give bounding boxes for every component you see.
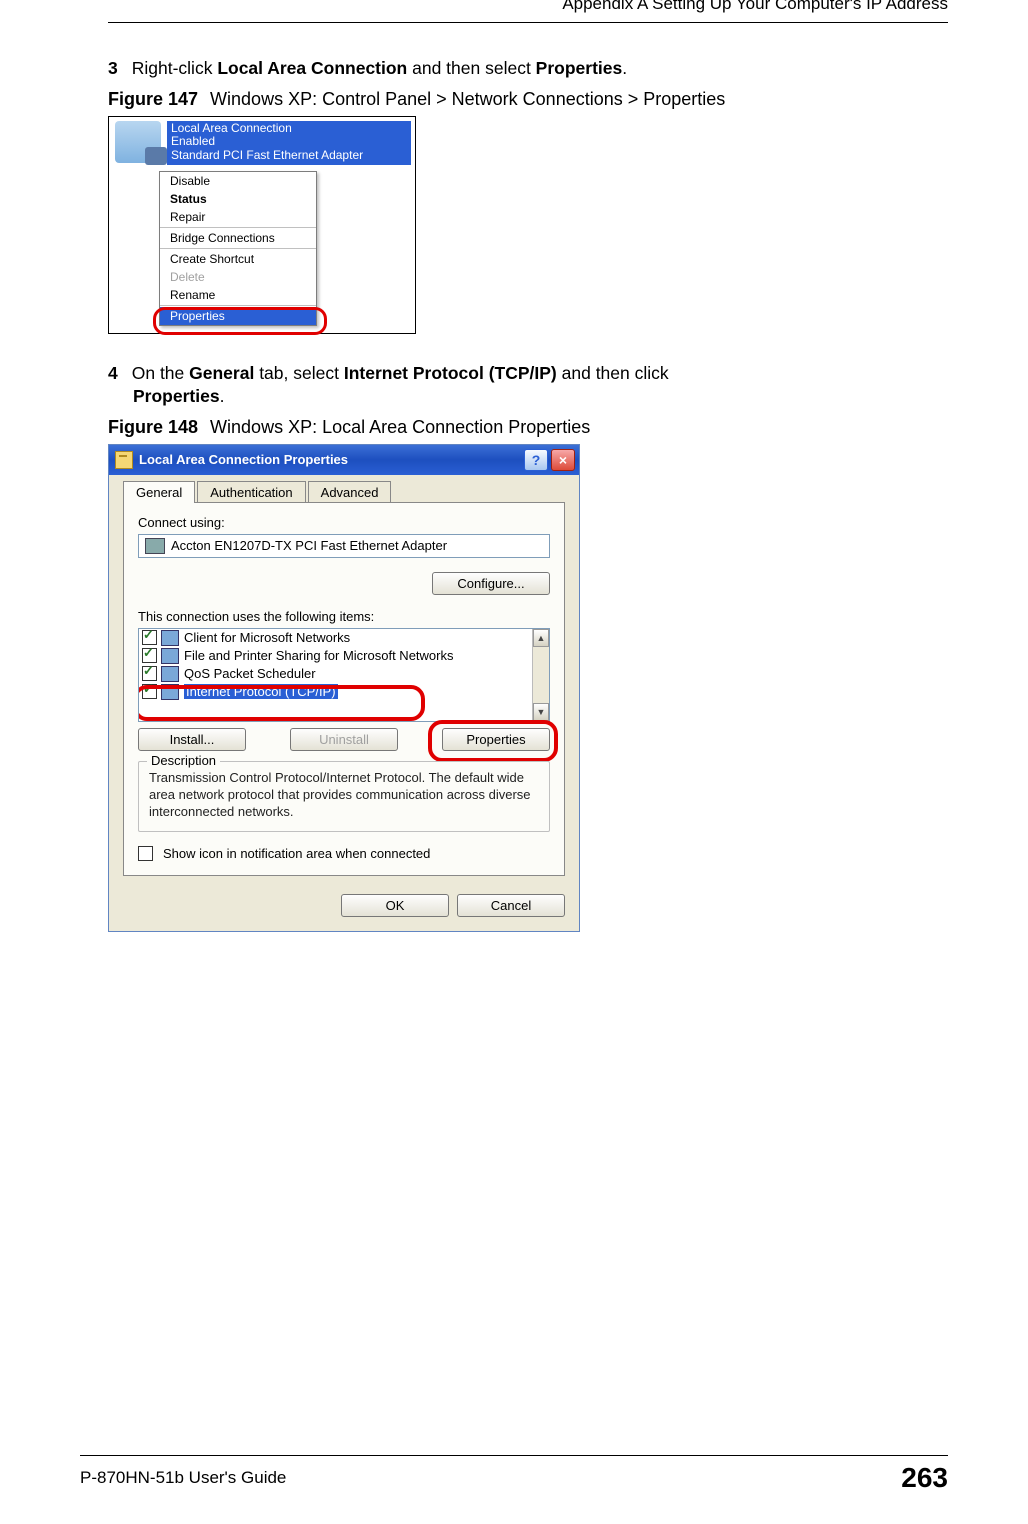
figure-148-dialog: Local Area Connection Properties ? × Gen… — [108, 444, 580, 932]
running-header: Appendix A Setting Up Your Computer's IP… — [108, 0, 948, 14]
ctx-properties[interactable]: Properties — [160, 307, 316, 325]
step-3-text-2: and then select — [407, 58, 535, 78]
ctx-delete: Delete — [160, 268, 316, 286]
ctx-repair[interactable]: Repair — [160, 208, 316, 226]
footer-rule — [80, 1455, 948, 1456]
ok-button[interactable]: OK — [341, 894, 449, 917]
dialog-titlebar[interactable]: Local Area Connection Properties ? × — [109, 445, 579, 475]
uninstall-button: Uninstall — [290, 728, 398, 751]
properties-button[interactable]: Properties — [442, 728, 550, 751]
step-4: 4 On the General tab, select Internet Pro… — [108, 362, 948, 409]
footer-guide-name: P-870HN-51b User's Guide — [80, 1468, 286, 1488]
checkbox-icon[interactable] — [142, 684, 157, 699]
step-4-num: 4 — [108, 363, 118, 383]
dialog-icon — [115, 451, 133, 469]
tab-general[interactable]: General — [123, 481, 195, 503]
checkbox-icon[interactable] — [142, 648, 157, 663]
notify-row[interactable]: Show icon in notification area when conn… — [138, 846, 550, 861]
tab-advanced[interactable]: Advanced — [308, 481, 392, 503]
description-text: Transmission Control Protocol/Internet P… — [149, 770, 539, 821]
page-number: 263 — [901, 1462, 948, 1494]
context-menu: Disable Status Repair Bridge Connections… — [159, 171, 317, 326]
install-button[interactable]: Install... — [138, 728, 246, 751]
lac-title: Local Area Connection — [171, 122, 407, 136]
header-rule — [108, 22, 948, 23]
item-qos[interactable]: QoS Packet Scheduler — [139, 665, 549, 683]
scrollbar[interactable]: ▲ ▼ — [532, 629, 549, 721]
tab-authentication[interactable]: Authentication — [197, 481, 305, 503]
item-fps[interactable]: File and Printer Sharing for Microsoft N… — [139, 647, 549, 665]
tab-panel: Connect using: Accton EN1207D-TX PCI Fas… — [123, 502, 565, 876]
item-qos-label: QoS Packet Scheduler — [184, 666, 316, 681]
ctx-shortcut[interactable]: Create Shortcut — [160, 250, 316, 268]
description-group-title: Description — [147, 753, 220, 768]
configure-button[interactable]: Configure... — [432, 572, 550, 595]
step-3-num: 3 — [108, 58, 118, 78]
figure-148-label: Figure 148 — [108, 417, 198, 437]
figure-148-caption: Figure 148 Windows XP: Local Area Connect… — [108, 417, 948, 438]
step-3-bold-1: Local Area Connection — [217, 58, 407, 78]
connect-using-label: Connect using: — [138, 515, 550, 530]
service-icon — [161, 684, 179, 700]
help-button[interactable]: ? — [524, 449, 548, 471]
scroll-up-icon[interactable]: ▲ — [533, 629, 549, 647]
item-client[interactable]: Client for Microsoft Networks — [139, 629, 549, 647]
figure-147-image: Local Area Connection Enabled Standard P… — [108, 116, 416, 334]
figure-147-caption: Figure 147 Windows XP: Control Panel > Ne… — [108, 89, 948, 110]
figure-147-text: Windows XP: Control Panel > Network Conn… — [210, 89, 725, 109]
step-4-text-2: tab, select — [254, 363, 344, 383]
items-listbox[interactable]: Client for Microsoft Networks File and P… — [138, 628, 550, 722]
checkbox-icon[interactable] — [142, 630, 157, 645]
figure-147-label: Figure 147 — [108, 89, 198, 109]
service-icon — [161, 666, 179, 682]
item-tcpip[interactable]: Internet Protocol (TCP/IP) — [139, 683, 549, 701]
step-3: 3 Right-click Local Area Connection and t… — [108, 57, 948, 81]
description-group: Description Transmission Control Protoco… — [138, 761, 550, 832]
page-footer: P-870HN-51b User's Guide 263 — [80, 1455, 948, 1494]
close-button[interactable]: × — [551, 449, 575, 471]
dialog-title: Local Area Connection Properties — [139, 452, 348, 467]
step-4-text-1: On the — [132, 363, 189, 383]
item-fps-label: File and Printer Sharing for Microsoft N… — [184, 648, 453, 663]
lac-title-block[interactable]: Local Area Connection Enabled Standard P… — [167, 121, 411, 165]
lac-adapter: Standard PCI Fast Ethernet Adapter — [171, 149, 407, 163]
item-tcpip-label: Internet Protocol (TCP/IP) — [184, 684, 338, 699]
step-4-bold-1: General — [189, 363, 254, 383]
step-3-text-1: Right-click — [132, 58, 218, 78]
step-4-text-4: . — [220, 386, 225, 406]
ctx-bridge[interactable]: Bridge Connections — [160, 229, 316, 247]
figure-148-text: Windows XP: Local Area Connection Proper… — [210, 417, 590, 437]
step-4-text-3: and then click — [557, 363, 669, 383]
service-icon — [161, 648, 179, 664]
step-3-text-3: . — [622, 58, 627, 78]
ctx-disable[interactable]: Disable — [160, 172, 316, 190]
lac-icon — [115, 121, 161, 163]
ctx-status[interactable]: Status — [160, 190, 316, 208]
checkbox-icon[interactable] — [142, 666, 157, 681]
cancel-button[interactable]: Cancel — [457, 894, 565, 917]
item-client-label: Client for Microsoft Networks — [184, 630, 350, 645]
step-3-bold-2: Properties — [536, 58, 623, 78]
ctx-rename[interactable]: Rename — [160, 286, 316, 304]
tab-strip: General Authentication Advanced — [123, 481, 565, 503]
nic-icon — [145, 538, 165, 554]
notify-checkbox[interactable] — [138, 846, 153, 861]
step-4-bold-3: Properties — [133, 386, 220, 406]
item-button-row: Install... Uninstall Properties — [138, 728, 550, 751]
dialog-button-row: OK Cancel — [123, 894, 565, 917]
device-name: Accton EN1207D-TX PCI Fast Ethernet Adap… — [171, 538, 447, 553]
lac-status: Enabled — [171, 135, 407, 149]
service-icon — [161, 630, 179, 646]
items-label: This connection uses the following items… — [138, 609, 550, 624]
step-4-bold-2: Internet Protocol (TCP/IP) — [344, 363, 557, 383]
scroll-down-icon[interactable]: ▼ — [533, 703, 549, 721]
notify-label: Show icon in notification area when conn… — [163, 846, 430, 861]
device-field[interactable]: Accton EN1207D-TX PCI Fast Ethernet Adap… — [138, 534, 550, 558]
